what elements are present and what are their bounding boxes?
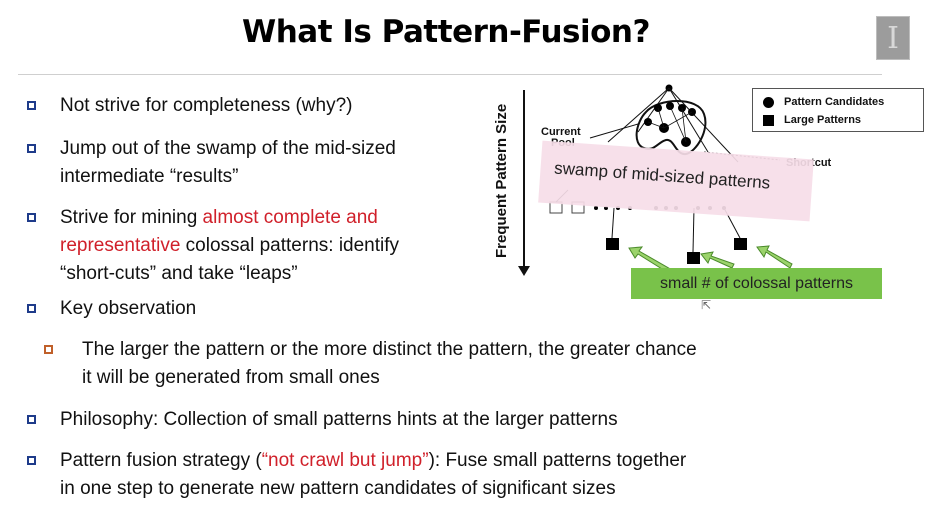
bullet-box-icon xyxy=(27,415,36,424)
bullet-box-icon xyxy=(27,456,36,465)
bullet-1: Not strive for completeness (why?) xyxy=(60,92,353,120)
bullet-5: Philosophy: Collection of small patterns… xyxy=(60,406,618,434)
bullet-text: Strive for mining xyxy=(60,207,203,228)
bullet-text: ): Fuse small patterns together xyxy=(428,450,687,471)
bullet-text: Pattern fusion strategy ( xyxy=(60,450,262,471)
logo-letter: I xyxy=(887,21,899,56)
legend-candidates: Pattern Candidates xyxy=(784,96,885,108)
bullet-3: Strive for mining almost complete and re… xyxy=(60,204,399,288)
logo-icon: I xyxy=(876,16,910,60)
legend-large: Large Patterns xyxy=(784,114,862,126)
candidate-dot-icon xyxy=(763,96,774,108)
bullet-text: colossal patterns: identify xyxy=(180,235,400,256)
bullet-text-line: in one step to generate new pattern cand… xyxy=(60,478,616,499)
bullet-4: Key observation xyxy=(60,295,196,323)
bullet-text-line: it will be generated from small ones xyxy=(82,367,380,388)
colossal-label: small # of colossal patterns xyxy=(631,268,882,299)
mouse-cursor-icon: ⇱ xyxy=(701,298,712,312)
large-pattern-square xyxy=(734,238,747,250)
bullet-6: Pattern fusion strategy (“not crawl but … xyxy=(60,447,686,503)
swamp-overlay: swamp of mid-sized patterns xyxy=(538,140,814,222)
highlight-text: “not crawl but jump” xyxy=(261,450,429,471)
bullet-box-icon xyxy=(27,304,36,313)
bullet-text-line: “short-cuts” and take “leaps” xyxy=(60,263,298,284)
large-pattern-square xyxy=(606,238,619,250)
highlight-text: almost complete and xyxy=(202,207,378,228)
bullet-text-line: Jump out of the swamp of the mid-sized xyxy=(60,138,396,159)
bullet-text: Philosophy: Collection of small patterns… xyxy=(60,409,618,430)
bullet-text-line: The larger the pattern or the more disti… xyxy=(82,339,697,360)
sub-bullet-1: The larger the pattern or the more disti… xyxy=(82,336,697,392)
bullet-2: Jump out of the swamp of the mid-sized i… xyxy=(60,135,396,191)
bullet-box-icon xyxy=(27,213,36,222)
y-axis-arrowhead xyxy=(518,266,530,276)
bullet-text: Key observation xyxy=(60,298,197,319)
bullet-text-line: intermediate “results” xyxy=(60,166,239,187)
title-divider xyxy=(18,74,882,75)
slide-title: What Is Pattern-Fusion? xyxy=(242,14,650,50)
bullet-box-icon xyxy=(27,144,36,153)
sub-bullet-box-icon xyxy=(44,345,53,354)
bullet-text: Not strive for completeness (why?) xyxy=(60,95,353,116)
bullet-box-icon xyxy=(27,101,36,110)
large-square-icon xyxy=(763,114,774,126)
diagram-legend: Pattern Candidates Large Patterns xyxy=(752,88,924,132)
large-pattern-square xyxy=(687,252,700,264)
highlight-text: representative xyxy=(60,235,181,256)
